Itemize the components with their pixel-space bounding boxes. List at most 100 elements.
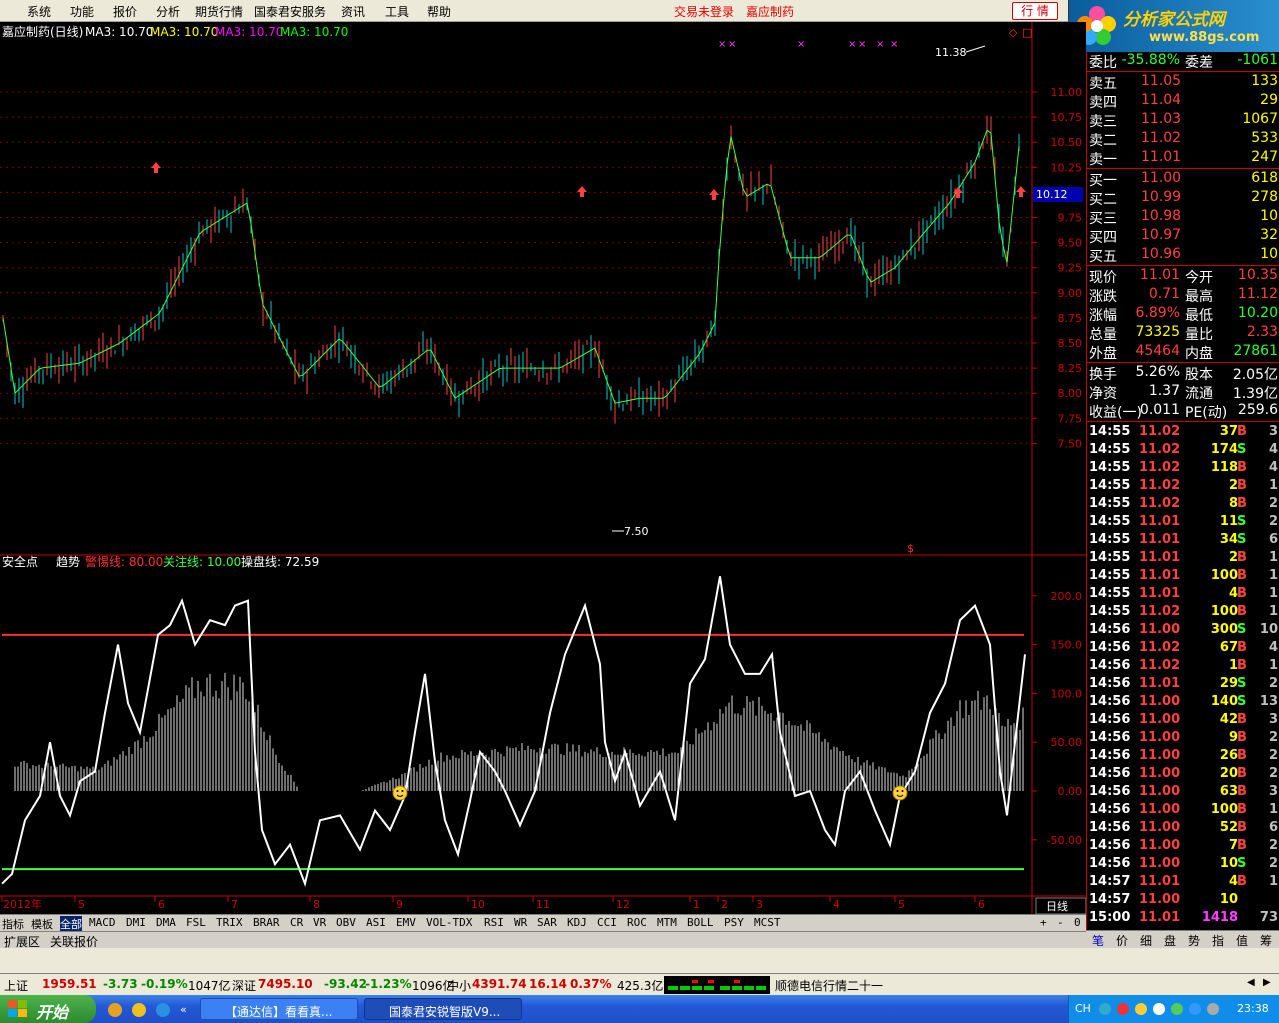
tick-row: 14:56 11.00 9 B 2 bbox=[1087, 730, 1279, 748]
tab-emv[interactable]: EMV bbox=[396, 916, 416, 929]
price-tick-label: 8.25 bbox=[1058, 362, 1083, 375]
tab-rsi[interactable]: RSI bbox=[484, 916, 504, 929]
rtab-item[interactable]: 笔 bbox=[1092, 932, 1104, 949]
current-price-label: 10.12 bbox=[1036, 188, 1068, 201]
start-button[interactable]: 开始 bbox=[0, 995, 96, 1023]
menu-gtja-service[interactable]: 国泰君安服务 bbox=[254, 3, 326, 20]
zoom-control-icon[interactable]: - bbox=[1057, 916, 1064, 929]
menu-function[interactable]: 功能 bbox=[70, 3, 94, 20]
tab-macd[interactable]: MACD bbox=[89, 916, 116, 929]
menu-tools[interactable]: 工具 bbox=[385, 3, 409, 20]
stat-value: 10.20 bbox=[1237, 305, 1278, 321]
rtab-item[interactable]: 价 bbox=[1116, 932, 1128, 949]
tick-cell: 11.01 bbox=[1139, 586, 1181, 601]
tab-psy[interactable]: PSY bbox=[724, 916, 744, 929]
tick-cell: S bbox=[1237, 514, 1247, 529]
rtab-item[interactable]: 值 bbox=[1236, 932, 1248, 949]
smiley-icon bbox=[892, 785, 908, 801]
scroll-left-icon[interactable]: ◀ bbox=[1247, 977, 1255, 988]
tick-cell: 14:56 bbox=[1089, 658, 1131, 673]
tick-cell: 34 bbox=[1219, 532, 1238, 547]
taskbar-gtja-window[interactable]: 国泰君安锐智版V9... bbox=[364, 998, 522, 1020]
weibi-value: -35.88% bbox=[1121, 52, 1180, 68]
sz-label: 深证 bbox=[232, 979, 257, 993]
tab-wr[interactable]: WR bbox=[514, 916, 527, 929]
info-row: 总量 73325 量比 2.33 bbox=[1087, 324, 1279, 343]
tab-mtm[interactable]: MTM bbox=[657, 916, 677, 929]
price-tick-label: 8.00 bbox=[1058, 387, 1083, 400]
tab-roc[interactable]: ROC bbox=[627, 916, 647, 929]
tab-全部[interactable]: 全部 bbox=[60, 916, 82, 932]
tick-cell: 11.00 bbox=[1139, 712, 1181, 727]
info-row: 收益(一) 0.011 PE(动) 259.6 bbox=[1087, 402, 1279, 421]
time-label: 10 bbox=[471, 898, 485, 911]
tick-row: 14:56 11.00 300 S 10 bbox=[1087, 622, 1279, 640]
menu-quote[interactable]: 报价 bbox=[113, 3, 137, 20]
stat-value: 45464 bbox=[1135, 343, 1180, 359]
news-ticker[interactable]: 顺德电信行情二十一 bbox=[775, 977, 883, 994]
tab-boll[interactable]: BOLL bbox=[687, 916, 714, 929]
tab-mcst[interactable]: MCST bbox=[754, 916, 781, 929]
tab-dma[interactable]: DMA bbox=[156, 916, 176, 929]
op-line-label: 操盘线: 72.59 bbox=[241, 554, 319, 569]
tray-icons[interactable] bbox=[1097, 1001, 1227, 1017]
tab-cci[interactable]: CCI bbox=[597, 916, 617, 929]
tick-cell: 10 bbox=[1219, 856, 1238, 871]
tick-cell: 1418 bbox=[1201, 910, 1238, 925]
ime-indicator[interactable]: CH bbox=[1075, 1002, 1091, 1015]
quick-launch-icons[interactable]: « bbox=[106, 1001, 186, 1019]
ind-tick-label: 0.00 bbox=[1058, 785, 1083, 798]
tick-cell: 2 bbox=[1268, 514, 1278, 529]
tab-指标[interactable]: 指标 bbox=[2, 916, 24, 932]
tab-brar[interactable]: BRAR bbox=[253, 916, 280, 929]
zoom-control-icon[interactable]: 0 bbox=[1074, 916, 1081, 929]
rtab-item[interactable]: 指 bbox=[1212, 932, 1224, 949]
tab-fsl[interactable]: FSL bbox=[186, 916, 206, 929]
candlestick-chart[interactable]: 嘉应制药(日线) MA3: 10.70MA3: 10.70MA3: 10.70MA… bbox=[0, 22, 1087, 915]
quote-button[interactable]: 行 情 bbox=[1012, 2, 1058, 20]
candles bbox=[2, 115, 1020, 424]
tab-kdj[interactable]: KDJ bbox=[567, 916, 587, 929]
tab-asi[interactable]: ASI bbox=[366, 916, 386, 929]
buy-level-label: 买一 bbox=[1089, 173, 1117, 189]
ind-tick-label: 50.00 bbox=[1051, 736, 1083, 749]
rtab-item[interactable]: 盘 bbox=[1164, 932, 1176, 949]
menu-news[interactable]: 资讯 bbox=[341, 3, 365, 20]
tick-row: 14:55 11.02 118 B 4 bbox=[1087, 460, 1279, 478]
fund-label: 流通 bbox=[1185, 386, 1213, 402]
tab-sar[interactable]: SAR bbox=[537, 916, 557, 929]
tick-cell: 10 bbox=[1219, 892, 1238, 907]
taskbar-tdx-window[interactable]: 【通达信】看看真... bbox=[200, 998, 358, 1020]
scroll-right-icon[interactable]: ▶ bbox=[1263, 977, 1271, 988]
menu-system[interactable]: 系统 bbox=[27, 3, 51, 20]
tab-cr[interactable]: CR bbox=[290, 916, 303, 929]
tick-cell: 14:55 bbox=[1089, 532, 1131, 547]
rtab-item[interactable]: 筹 bbox=[1260, 932, 1272, 949]
tick-cell: 140 bbox=[1210, 694, 1238, 709]
system-tray: CH 23:38 bbox=[1068, 995, 1279, 1023]
tab-trix[interactable]: TRIX bbox=[216, 916, 243, 929]
tab-dmi[interactable]: DMI bbox=[126, 916, 146, 929]
menu-futures[interactable]: 期货行情 bbox=[195, 3, 243, 20]
tick-cell: 73 bbox=[1259, 910, 1278, 925]
tick-cell: 1 bbox=[1268, 586, 1278, 601]
tick-cell: 1 bbox=[1268, 550, 1278, 565]
tick-row: 14:55 11.01 100 B 1 bbox=[1087, 568, 1279, 586]
extension-tabs: 扩展区 关联报价 bbox=[0, 931, 1086, 949]
fund-value: 5.26% bbox=[1135, 364, 1180, 380]
rtab-item[interactable]: 细 bbox=[1140, 932, 1152, 949]
tick-cell: 52 bbox=[1219, 820, 1238, 835]
chart-area[interactable]: 嘉应制药(日线) MA3: 10.70 MA3: 10.70 MA3: 10.70 MA… bbox=[0, 22, 1087, 915]
tab-vr[interactable]: VR bbox=[313, 916, 326, 929]
buy-arrow-icon bbox=[151, 162, 161, 173]
tick-cell: B bbox=[1237, 874, 1247, 889]
zoom-control-icon[interactable]: + bbox=[1040, 916, 1047, 929]
menu-analysis[interactable]: 分析 bbox=[156, 3, 180, 20]
tab-vol-tdx[interactable]: VOL-TDX bbox=[426, 916, 472, 929]
tab-模板[interactable]: 模板 bbox=[31, 916, 53, 932]
rtab-item[interactable]: 势 bbox=[1188, 932, 1200, 949]
tick-cell: 6 bbox=[1268, 820, 1278, 835]
tick-row: 14:56 11.00 52 B 6 bbox=[1087, 820, 1279, 838]
tab-obv[interactable]: OBV bbox=[336, 916, 356, 929]
menu-help[interactable]: 帮助 bbox=[427, 3, 451, 20]
